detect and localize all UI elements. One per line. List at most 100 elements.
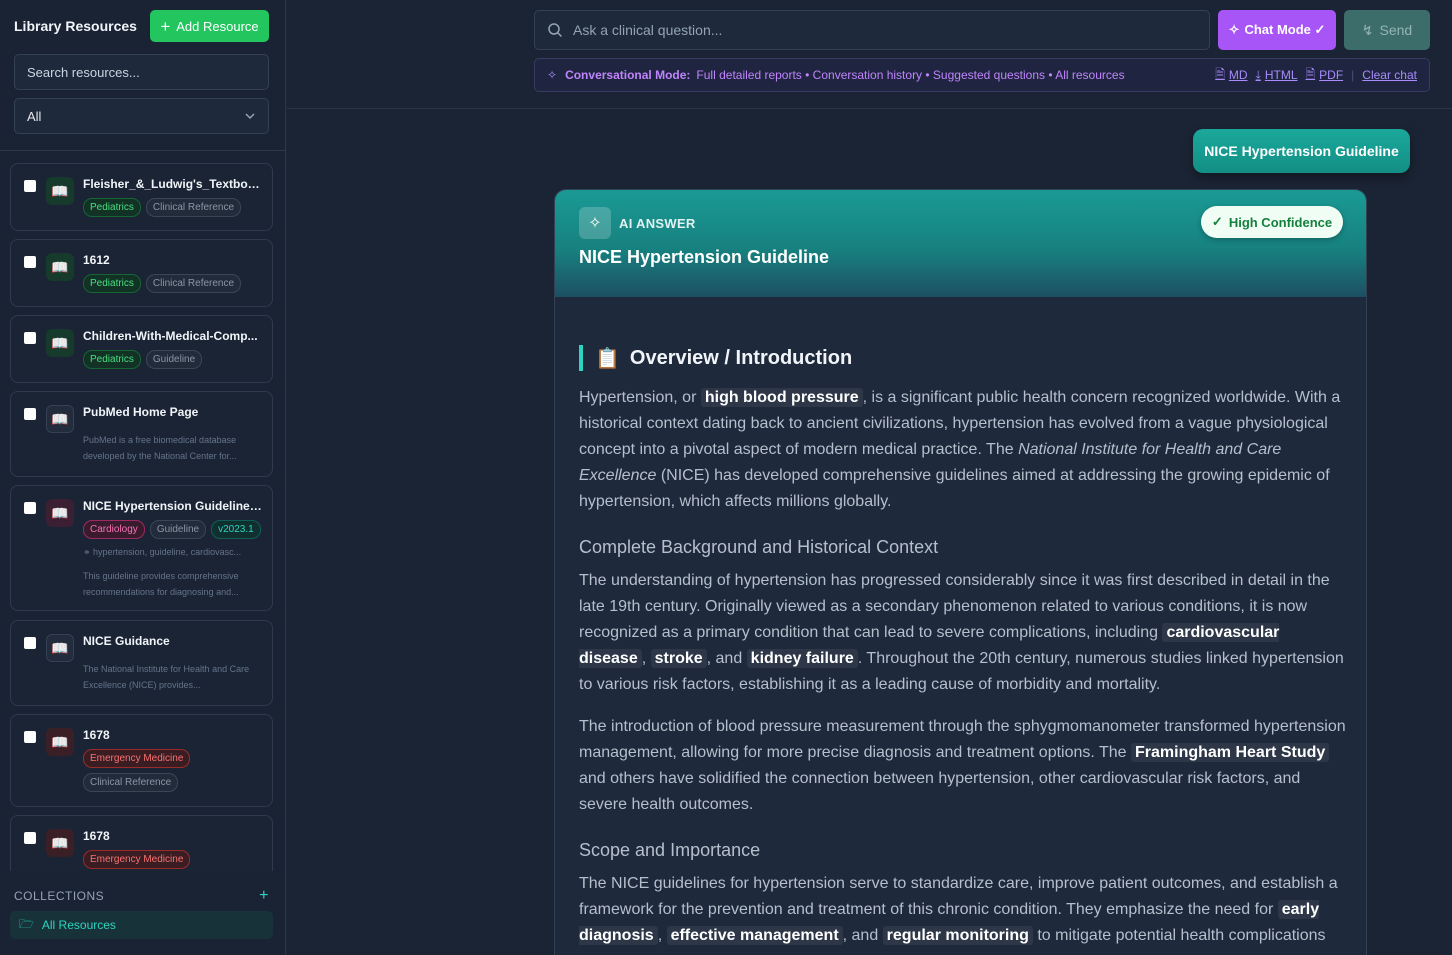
resource-description: PubMed is a free biomedical database dev… xyxy=(83,435,237,461)
export-md-link[interactable]: 🗎 MD xyxy=(1215,65,1247,86)
tag-cardiology: Cardiology xyxy=(83,520,145,539)
resource-card[interactable]: 📖 NICE Hypertension Guideline ... Cardio… xyxy=(10,485,273,611)
folder-icon: 🗁 xyxy=(19,916,34,931)
resource-description: The National Institute for Health and Ca… xyxy=(83,664,250,690)
sidebar-header: Library Resources + Add Resource xyxy=(14,10,269,42)
collections-label: COLLECTIONS xyxy=(14,889,105,903)
overview-heading: Overview / Introduction xyxy=(629,346,853,369)
sidebar-title: Library Resources xyxy=(14,18,137,34)
sparkle-icon: ✧ xyxy=(1228,22,1240,37)
md-label: MD xyxy=(1228,68,1248,82)
sparkle-icon: ✧ xyxy=(547,68,558,82)
resource-checkbox[interactable] xyxy=(24,332,36,344)
resource-checkbox[interactable] xyxy=(24,637,36,649)
filter-value: All xyxy=(27,108,42,124)
tag-pediatrics: Pediatrics xyxy=(83,274,141,293)
tag-clinical-reference: Clinical Reference xyxy=(145,198,242,217)
resource-description: This guideline provides comprehensive re… xyxy=(83,571,239,597)
resource-name: PubMed Home Page xyxy=(83,405,199,419)
tag-icon: ⚭ xyxy=(83,547,94,557)
tag-emergency-medicine: Emergency Medicine xyxy=(83,749,191,768)
mode-label: Conversational Mode: xyxy=(565,68,691,82)
answer-title: NICE Hypertension Guideline xyxy=(579,247,830,267)
clipboard-icon: 📋 xyxy=(595,347,620,370)
export-pdf-link[interactable]: 🗎 PDF xyxy=(1306,65,1344,86)
confidence-badge: ✓ High Confidence xyxy=(1201,206,1343,238)
tag-pediatrics: Pediatrics xyxy=(83,198,141,217)
chevron-down-icon xyxy=(245,113,255,120)
resource-checkbox[interactable] xyxy=(24,731,36,743)
chat-mode-label: Chat Mode ✓ xyxy=(1244,22,1326,37)
resource-checkbox[interactable] xyxy=(24,502,36,514)
clear-chat-link[interactable]: Clear chat xyxy=(1362,68,1417,82)
highlight-term: regular monitoring xyxy=(882,926,1033,945)
resource-card[interactable]: 📖 1678 Emergency Medicine Clinical Refer… xyxy=(10,714,273,807)
collection-all-resources[interactable]: 🗁 All Resources xyxy=(10,911,273,939)
sidebar: Library Resources + Add Resource Search … xyxy=(0,0,286,955)
tag-clinical-reference: Clinical Reference xyxy=(145,274,242,293)
add-resource-button[interactable]: + Add Resource xyxy=(150,10,269,42)
book-icon: 📖 xyxy=(46,177,74,205)
resource-filter-select[interactable]: All xyxy=(14,98,269,134)
subsection-heading: Complete Background and Historical Conte… xyxy=(579,537,939,557)
separator: | xyxy=(1351,68,1355,82)
tag-emergency-medicine: Emergency Medicine xyxy=(83,850,191,869)
resource-list: 📖 Fleisher_&_Ludwig's_Textbook... Pediat… xyxy=(10,163,273,871)
add-collection-icon[interactable]: + xyxy=(259,887,269,905)
resource-checkbox[interactable] xyxy=(24,832,36,844)
answer-content: 📋 Overview / Introduction Hypertension, … xyxy=(579,345,1349,949)
question-placeholder: Ask a clinical question... xyxy=(573,22,723,38)
mode-bar: ✧ Conversational Mode: Full detailed rep… xyxy=(534,58,1430,92)
paragraph: The understanding of hypertension has pr… xyxy=(579,572,1344,693)
section-heading: 📋 Overview / Introduction xyxy=(579,345,1349,371)
highlight-term: effective management xyxy=(666,926,843,945)
subsection-heading: Scope and Importance xyxy=(579,840,761,860)
send-button[interactable]: ↯ Send xyxy=(1344,10,1430,50)
tag-clinical-reference: Clinical Reference xyxy=(83,773,179,792)
resource-card[interactable]: 📖 Fleisher_&_Ludwig's_Textbook... Pediat… xyxy=(10,163,273,231)
resource-name: NICE Guidance xyxy=(83,634,170,648)
resource-search-input[interactable]: Search resources... xyxy=(14,54,269,90)
resource-checkbox[interactable] xyxy=(24,180,36,192)
resource-card[interactable]: 📖 NICE Guidance The National Institute f… xyxy=(10,620,273,706)
plus-icon: + xyxy=(160,16,171,36)
search-icon xyxy=(548,23,563,38)
book-icon: 📖 xyxy=(46,634,74,662)
book-icon: 📖 xyxy=(46,329,74,357)
book-icon: 📖 xyxy=(46,829,74,857)
book-icon: 📖 xyxy=(46,405,74,433)
export-links: 🗎 MD ⤓ HTML 🗎 PDF | Clear chat xyxy=(1215,59,1417,91)
resource-keywords: ⚭ hypertension, guideline, cardiovasc... xyxy=(83,547,263,558)
resource-card[interactable]: 📖 Children-With-Medical-Comp... Pediatri… xyxy=(10,315,273,383)
resource-name: 1678 xyxy=(83,829,110,843)
resource-name: Fleisher_&_Ludwig's_Textbook... xyxy=(83,177,263,191)
book-icon: 📖 xyxy=(46,728,74,756)
emphasis-term: National Institute for Health and Care E… xyxy=(579,441,1282,484)
resource-card[interactable]: 📖 1612 Pediatrics Clinical Reference xyxy=(10,239,273,307)
resource-name: Children-With-Medical-Comp... xyxy=(83,329,258,343)
tag-guideline: Guideline xyxy=(145,350,203,369)
sidebar-divider xyxy=(0,150,285,151)
answer-label: AI ANSWER xyxy=(619,216,696,231)
highlight-term: kidney failure xyxy=(746,649,858,668)
resource-checkbox[interactable] xyxy=(24,256,36,268)
resource-name: 1678 xyxy=(83,728,110,742)
resource-card[interactable]: 📖 1678 Emergency Medicine xyxy=(10,815,273,871)
paragraph: The introduction of blood pressure measu… xyxy=(579,718,1346,813)
question-input[interactable]: Ask a clinical question... xyxy=(534,10,1210,50)
resource-card[interactable]: 📖 PubMed Home Page PubMed is a free biom… xyxy=(10,391,273,477)
add-resource-label: Add Resource xyxy=(176,18,259,34)
highlight-term: Framingham Heart Study xyxy=(1131,743,1330,762)
book-icon: 📖 xyxy=(46,499,74,527)
keywords-text: hypertension, guideline, cardiovasc... xyxy=(93,547,242,557)
export-html-link[interactable]: ⤓ HTML xyxy=(1256,68,1298,83)
paragraph: The NICE guidelines for hypertension ser… xyxy=(579,875,1338,945)
tag-version: v2023.1 xyxy=(211,520,261,539)
chat-mode-button[interactable]: ✧ Chat Mode ✓ xyxy=(1218,10,1336,50)
resource-checkbox[interactable] xyxy=(24,408,36,420)
ai-answer-card: ✧ AI ANSWER NICE Hypertension Guideline … xyxy=(554,189,1367,955)
answer-header: ✧ AI ANSWER NICE Hypertension Guideline … xyxy=(555,190,1366,297)
file-icon: 🗎 xyxy=(1305,66,1316,81)
paragraph: Hypertension, or high blood pressure, is… xyxy=(579,388,1341,510)
all-resources-label: All Resources xyxy=(41,918,116,932)
